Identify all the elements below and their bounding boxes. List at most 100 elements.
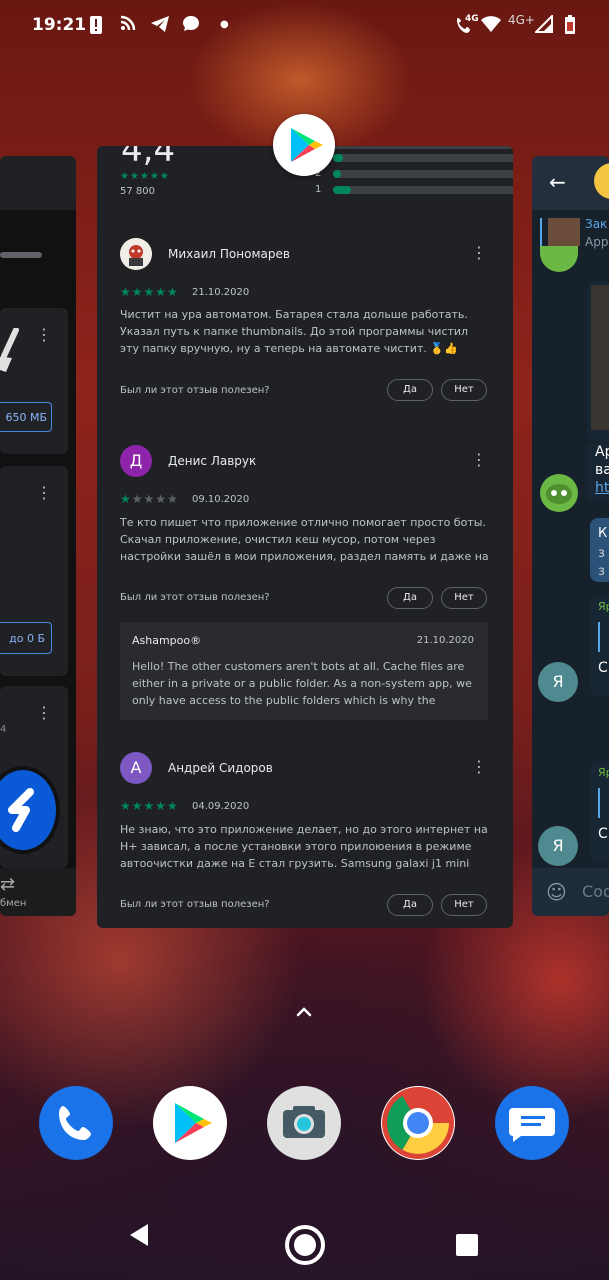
rating-value: 4,4 xyxy=(121,146,176,170)
user-photo-icon xyxy=(120,238,152,270)
message-bubble-1[interactable] xyxy=(587,281,609,441)
left-tile-1[interactable]: ⋮ 650 МБ xyxy=(0,308,68,454)
recent-app-card-right[interactable]: ← Зак Арр Ар ва ht К з з Яр С Я Яр С Я ☺… xyxy=(532,156,609,916)
android-avatar-top xyxy=(540,246,578,272)
message-sender-2: Яр xyxy=(598,766,609,779)
wifi-icon xyxy=(480,15,502,38)
recents-icon[interactable] xyxy=(456,1234,478,1260)
message-bubble-4[interactable]: Яр С xyxy=(590,596,609,696)
4g-label: 4G xyxy=(465,14,479,24)
rating-bar-1 xyxy=(333,186,513,194)
messages-icon[interactable] xyxy=(495,1086,569,1160)
status-bar: 19:21 ● 4G 4G+ xyxy=(0,0,609,54)
left-bottom-nav: ⇄ бмен xyxy=(0,868,76,916)
rating-count: 57 800 xyxy=(120,186,155,197)
reviewer-avatar: Д xyxy=(120,445,152,477)
swap-icon[interactable]: ⇄ xyxy=(0,874,15,895)
bottom-label: бмен xyxy=(0,898,27,909)
helpful-question: Был ли этот отзыв полезен? xyxy=(120,385,270,396)
message-sender-1: Яр xyxy=(598,600,609,613)
reviewer-name: Андрей Сидоров xyxy=(168,761,273,775)
more-icon[interactable]: ⋮ xyxy=(36,326,52,344)
google-play-icon[interactable] xyxy=(153,1086,227,1160)
chevron-up-icon[interactable] xyxy=(294,1004,314,1024)
clock: 19:21 xyxy=(32,15,87,35)
phone-icon[interactable] xyxy=(39,1086,113,1160)
signal-icon xyxy=(533,13,553,38)
message-bubble-3[interactable]: К з з xyxy=(590,518,609,582)
recent-app-card-left[interactable]: ⋮ 650 МБ ⋮ до 0 Б ⋮ 4 ⇄ бмен xyxy=(0,156,76,916)
home-icon[interactable] xyxy=(283,1223,327,1271)
more-icon[interactable]: ⋮ xyxy=(36,704,52,722)
helpful-no-button[interactable]: Нет xyxy=(441,587,487,609)
left-tile-2[interactable]: ⋮ до 0 Б xyxy=(0,466,68,676)
message-text-2: ва xyxy=(595,462,609,478)
helpful-yes-button[interactable]: Да xyxy=(387,379,433,401)
user-avatar-2: Я xyxy=(538,826,578,866)
left-card-toolbar xyxy=(0,156,76,210)
pinned-title: Зак xyxy=(585,217,608,231)
rating-bar-label: 1 xyxy=(315,184,322,195)
pinned-bar xyxy=(540,218,542,248)
left-progress-bar xyxy=(0,252,42,258)
helpful-yes-button[interactable]: Да xyxy=(387,587,433,609)
dot-icon: ● xyxy=(220,19,229,30)
rating-stars: ★★★★★ xyxy=(120,171,170,182)
helpful-question: Был ли этот отзыв полезен? xyxy=(120,592,270,603)
chat-input-bar[interactable]: ☺ Соо xyxy=(532,868,609,916)
chat-avatar xyxy=(594,163,609,199)
review-date: 21.10.2020 xyxy=(192,287,250,298)
helpful-question: Был ли этот отзыв полезен? xyxy=(120,899,270,910)
review-more-icon[interactable]: ⋮ xyxy=(471,451,487,469)
pinned-sub: Арр xyxy=(585,235,609,249)
reviewer-avatar: А xyxy=(120,752,152,784)
broom-icon xyxy=(0,327,24,372)
reply-date: 21.10.2020 xyxy=(416,635,474,646)
message-text-z1: з xyxy=(598,546,605,561)
helpful-no-button[interactable]: Нет xyxy=(441,379,487,401)
rating-bar-2 xyxy=(333,170,513,178)
message-text-1: Ар xyxy=(595,444,609,460)
quote-bar-2 xyxy=(598,788,600,818)
camera-icon[interactable] xyxy=(267,1086,341,1160)
size-button-2[interactable]: до 0 Б xyxy=(0,622,52,654)
message-text-c2: С xyxy=(598,826,608,842)
left-tile-3[interactable]: ⋮ 4 xyxy=(0,686,68,868)
review-text: Те кто пишет что приложение отлично помо… xyxy=(120,516,489,563)
recent-app-card-play-store[interactable]: 4,4 ★★★★★ 57 800 3 2 1 Михаил Пономарев … xyxy=(97,146,513,928)
pinned-thumb xyxy=(548,218,580,246)
chrome-icon[interactable] xyxy=(381,1086,455,1160)
developer-reply: Ashampoo® 21.10.2020 Hello! The other cu… xyxy=(120,622,488,720)
helpful-no-button[interactable]: Нет xyxy=(441,894,487,916)
message-text-z2: з xyxy=(598,564,605,579)
message-link[interactable]: ht xyxy=(595,480,609,496)
helpful-yes-button[interactable]: Да xyxy=(387,894,433,916)
size-button-1[interactable]: 650 МБ xyxy=(0,402,52,432)
review-more-icon[interactable]: ⋮ xyxy=(471,758,487,776)
review-date: 04.09.2020 xyxy=(192,801,250,812)
message-image xyxy=(591,285,609,430)
alert-icon xyxy=(88,15,104,40)
reply-text: Hello! The other customers aren't bots a… xyxy=(132,660,472,707)
back-arrow-icon[interactable]: ← xyxy=(549,170,566,194)
google-play-icon[interactable] xyxy=(273,114,335,176)
emoji-icon[interactable]: ☺ xyxy=(546,880,567,904)
reply-author: Ashampoo® xyxy=(132,634,202,647)
quote-bar-1 xyxy=(598,622,600,652)
rss-icon xyxy=(120,15,136,36)
size-label-2: до 0 Б xyxy=(9,632,45,645)
chat-toolbar: ← xyxy=(532,156,609,210)
android-avatar xyxy=(540,474,578,512)
review-text: Не знаю, что это приложение делает, но д… xyxy=(120,823,488,870)
message-bubble-2[interactable]: Ар ва ht xyxy=(587,444,609,500)
battery-icon xyxy=(564,15,576,40)
message-bubble-5[interactable]: Яр С xyxy=(590,762,609,862)
chat-bubble-icon xyxy=(182,15,200,38)
message-input[interactable]: Соо xyxy=(582,882,609,901)
more-icon[interactable]: ⋮ xyxy=(36,484,52,502)
avatar-letter-1: Я xyxy=(552,672,564,691)
review-more-icon[interactable]: ⋮ xyxy=(471,244,487,262)
back-icon[interactable] xyxy=(126,1222,152,1252)
rating-bar-3 xyxy=(333,154,513,162)
telegram-icon xyxy=(150,15,170,38)
